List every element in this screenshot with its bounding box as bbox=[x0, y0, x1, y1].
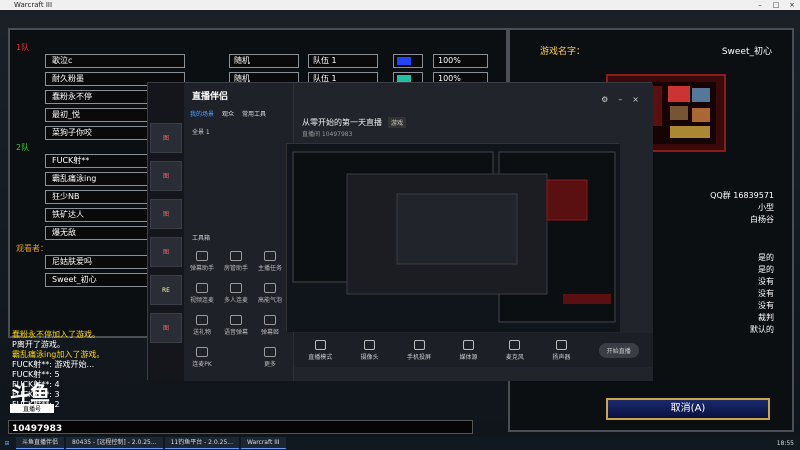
setting-value: 是的 bbox=[758, 253, 774, 262]
room-id: 10497983 bbox=[12, 424, 63, 434]
screencast-button[interactable]: 手机投屏 bbox=[407, 339, 431, 361]
game-settings: QQ群 16839571 小型 白杨谷 是的 是的 没有 没有 没有 裁判 默认… bbox=[710, 190, 774, 336]
setting-value: 裁判 bbox=[758, 313, 774, 322]
minimize-button[interactable]: – bbox=[752, 0, 768, 10]
setting-value: 没有 bbox=[758, 301, 774, 310]
close-button[interactable]: × bbox=[784, 0, 800, 10]
chat-input[interactable] bbox=[8, 420, 473, 434]
setting-value: 是的 bbox=[758, 265, 774, 274]
app-sidebar: 图 图 图 图 RE 图 bbox=[148, 83, 184, 381]
tab-tools[interactable]: 常用工具 bbox=[242, 109, 266, 118]
scene-panel: 直播伴侣 我的场景 观众 常用工具 全景 1 工具箱 弹幕助手 房管助手 主播任… bbox=[184, 83, 294, 381]
setting-value: 小型 bbox=[758, 203, 774, 212]
streaming-app-window: 图 图 图 图 RE 图 直播伴侣 我的场景 观众 常用工具 全景 1 工具箱 … bbox=[147, 82, 653, 381]
tool-ji[interactable]: 弹幕姬 bbox=[258, 315, 282, 336]
game-screen: 1队 歌泣c 随机 队伍 1 100% 耐久粉墨 随机 队伍 1 100% 蠢粉… bbox=[0, 10, 800, 436]
window-controls: – □ × bbox=[752, 0, 800, 10]
race-select[interactable]: 随机 bbox=[229, 54, 299, 68]
host-name: Sweet_初心 bbox=[721, 47, 772, 57]
room-tag: 游戏 bbox=[388, 117, 407, 128]
team-select[interactable]: 队伍 1 bbox=[308, 54, 378, 68]
setting-value: 白杨谷 bbox=[750, 215, 774, 224]
clock: 18:55 bbox=[776, 439, 794, 447]
watermark-sub: 直播号 bbox=[10, 404, 54, 413]
room-title: 从零开始的第一天直播 bbox=[302, 118, 382, 127]
setting-value: 没有 bbox=[758, 289, 774, 298]
setting-value: 默认的 bbox=[750, 325, 774, 334]
tab-audience[interactable]: 观众 bbox=[222, 109, 234, 118]
chat-line: FUCK射**: 4 bbox=[12, 380, 60, 389]
side-item[interactable]: 图 bbox=[150, 161, 182, 191]
stream-toolbar: 直播模式 摄像头 手机投屏 媒体源 麦克风 扬声器 开始直播 bbox=[294, 333, 653, 367]
start-stream-button[interactable]: 开始直播 bbox=[598, 342, 639, 358]
window-titlebar: Warcraft III – □ × bbox=[0, 0, 800, 10]
team2-label: 2队 bbox=[16, 143, 30, 152]
handicap-select[interactable]: 100% bbox=[433, 54, 488, 68]
chat-line: FUCK射**: 2 bbox=[12, 400, 60, 409]
color-swatch bbox=[397, 57, 411, 65]
watermark-logo: 斗鱼 bbox=[10, 381, 50, 405]
preview-image bbox=[287, 144, 620, 332]
cancel-button[interactable]: 取消(A) bbox=[606, 398, 770, 420]
taskbar-item[interactable]: 11钓鱼平台 - 2.0.25... bbox=[164, 437, 239, 449]
camera-button[interactable]: 摄像头 bbox=[361, 339, 379, 361]
side-item[interactable]: RE bbox=[150, 275, 182, 305]
stream-watermark: 斗鱼 直播号 bbox=[10, 382, 54, 420]
tool-admin[interactable]: 房管助手 bbox=[224, 251, 248, 272]
media-button[interactable]: 媒体源 bbox=[459, 339, 477, 361]
setting-value: 没有 bbox=[758, 277, 774, 286]
settings-icon[interactable]: ⚙ bbox=[601, 95, 608, 104]
tool-gift[interactable]: 送礼物 bbox=[190, 315, 214, 336]
tool-task[interactable]: 主播任务 bbox=[258, 251, 282, 272]
start-icon[interactable]: ⊞ bbox=[0, 440, 14, 447]
close-icon[interactable]: × bbox=[632, 95, 639, 104]
game-name-label: 游戏名字： bbox=[540, 47, 586, 57]
tab-scenes[interactable]: 我的场景 bbox=[190, 109, 214, 118]
side-item[interactable]: 图 bbox=[150, 199, 182, 229]
scene-item[interactable]: 全景 1 bbox=[192, 127, 210, 136]
scene-tabs: 我的场景 观众 常用工具 bbox=[190, 109, 266, 118]
player-slot[interactable]: 歌泣c bbox=[45, 54, 185, 68]
side-item[interactable]: 图 bbox=[150, 313, 182, 343]
minimize-icon[interactable]: – bbox=[618, 95, 622, 104]
app-name: 直播伴侣 bbox=[192, 92, 229, 102]
tool-video[interactable]: 视频连麦 bbox=[190, 283, 214, 304]
team1-label: 1队 bbox=[16, 43, 30, 52]
tool-more[interactable]: 更多 bbox=[258, 347, 282, 368]
observers-label: 观看者： bbox=[16, 244, 48, 253]
side-item[interactable]: 图 bbox=[150, 237, 182, 267]
taskbar: ⊞ 斗鱼直播伴侣 80435 - [远程控制] - 2.0.25... 11钓鱼… bbox=[0, 436, 800, 450]
window-actions: ⚙ – × bbox=[601, 95, 639, 104]
tool-pk[interactable]: 连麦PK bbox=[190, 347, 214, 368]
speaker-button[interactable]: 扬声器 bbox=[552, 339, 570, 361]
chat-line: FUCK射**: 3 bbox=[12, 390, 60, 399]
microphone-button[interactable]: 麦克风 bbox=[506, 339, 524, 361]
taskbar-item[interactable]: 80435 - [远程控制] - 2.0.25... bbox=[66, 437, 163, 449]
side-item[interactable]: 图 bbox=[150, 123, 182, 153]
tool-voice[interactable]: 语音弹幕 bbox=[224, 315, 248, 336]
tool-bubble[interactable]: 高能气泡 bbox=[258, 283, 282, 304]
color-select[interactable] bbox=[393, 54, 423, 68]
room-meta: 直播间 10497983 bbox=[302, 131, 353, 138]
stream-preview bbox=[286, 143, 620, 332]
mode-button[interactable]: 直播模式 bbox=[308, 339, 332, 361]
qq-group: QQ群 16839571 bbox=[710, 191, 774, 200]
window-title: Warcraft III bbox=[14, 1, 53, 9]
taskbar-item[interactable]: 斗鱼直播伴侣 bbox=[16, 437, 65, 449]
tool-danmu[interactable]: 弹幕助手 bbox=[190, 251, 214, 272]
toolbox-label: 工具箱 bbox=[192, 235, 211, 242]
maximize-button[interactable]: □ bbox=[768, 0, 784, 10]
tool-multi[interactable]: 多人连麦 bbox=[224, 283, 248, 304]
taskbar-item[interactable]: Warcraft III bbox=[240, 437, 286, 449]
